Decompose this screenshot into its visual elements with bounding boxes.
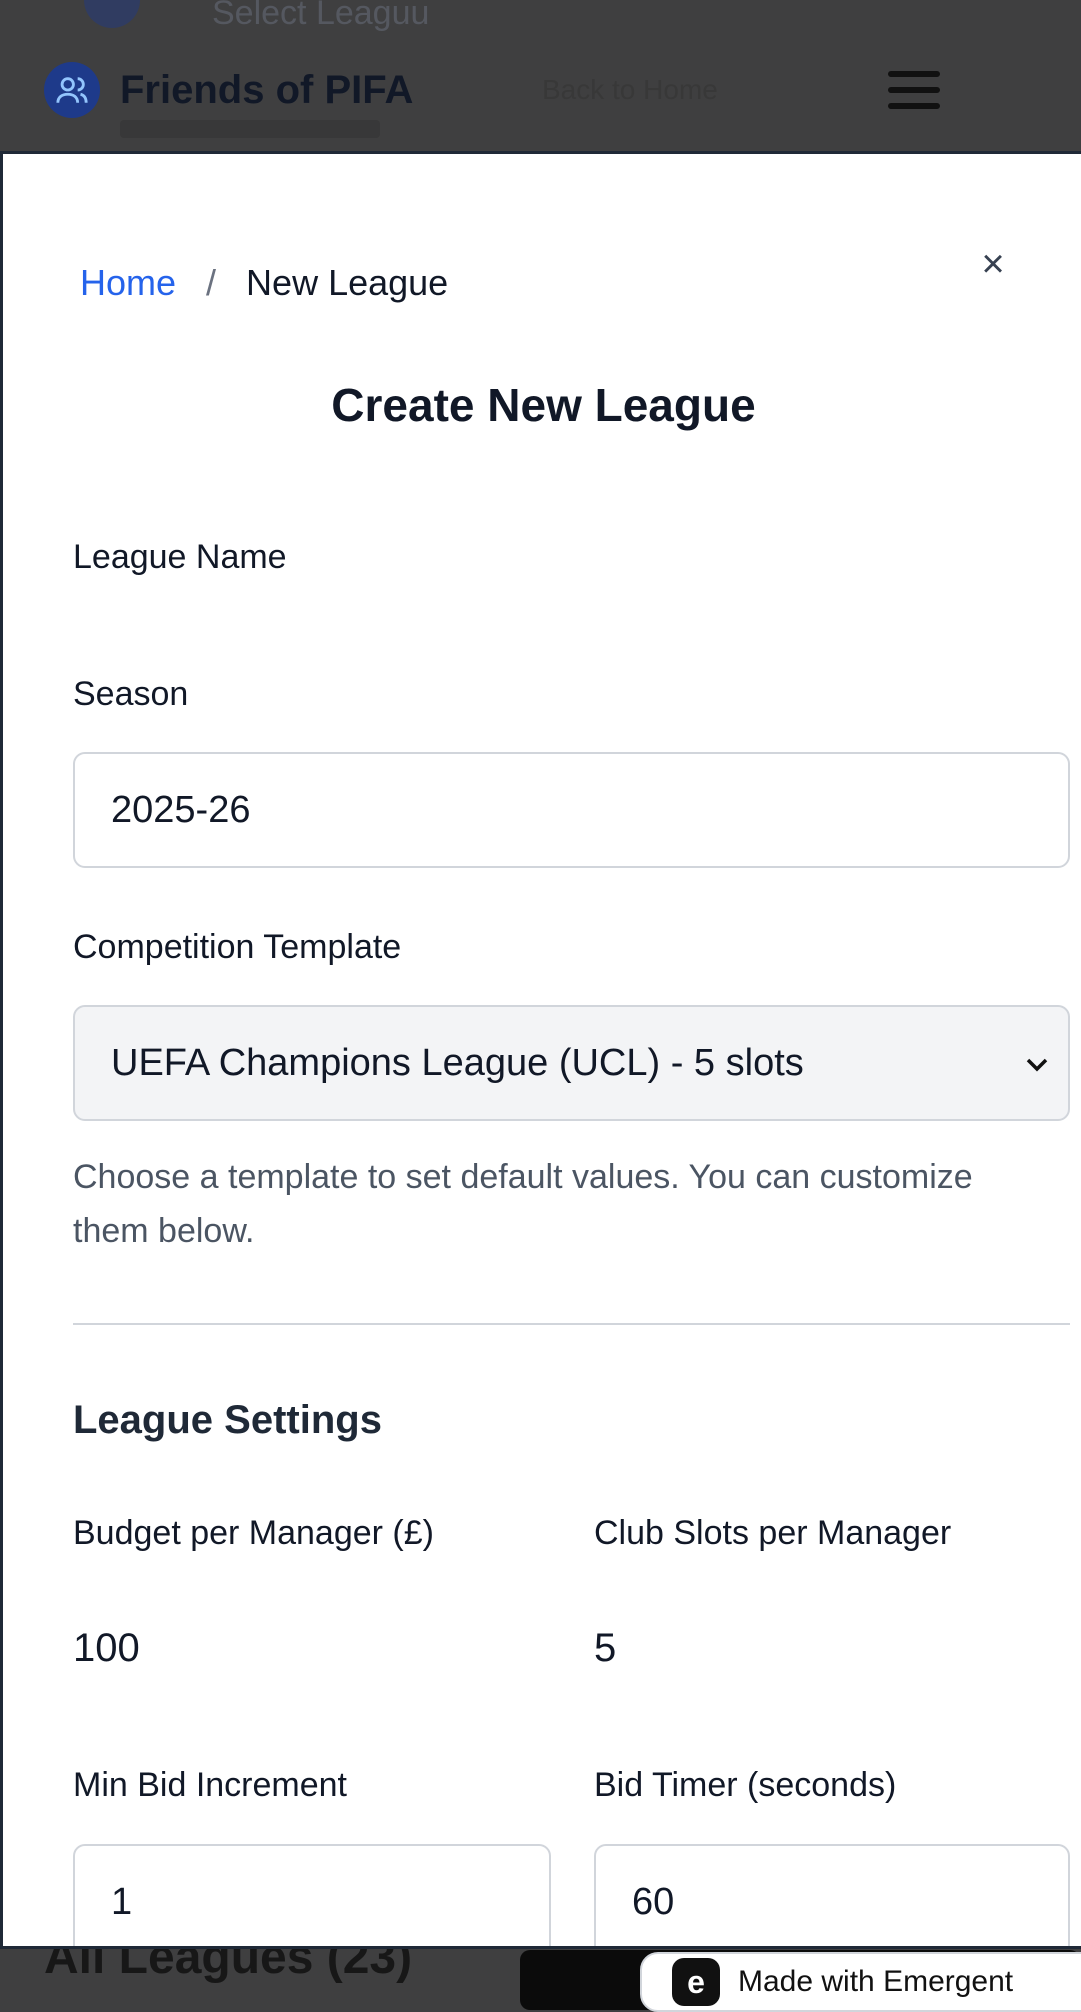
season-label: Season bbox=[73, 675, 189, 713]
bid-timer-input[interactable]: 60 bbox=[594, 1844, 1070, 1946]
brand-title[interactable]: Friends of PIFA bbox=[120, 62, 413, 118]
section-divider bbox=[73, 1323, 1070, 1325]
badge-text: Made with Emergent bbox=[738, 1965, 1014, 1998]
back-home-link[interactable]: Back to Home bbox=[542, 74, 718, 106]
app-header: Friends of PIFA Back to Home bbox=[0, 0, 1081, 152]
budget-label: Budget per Manager (£) bbox=[73, 1514, 434, 1552]
template-selected-value: UEFA Champions League (UCL) - 5 slots bbox=[111, 1041, 804, 1084]
chevron-down-icon bbox=[1026, 1047, 1048, 1079]
league-name-label: League Name bbox=[73, 538, 287, 576]
modal-title: Create New League bbox=[331, 379, 756, 431]
competition-template-select[interactable]: UEFA Champions League (UCL) - 5 slots bbox=[73, 1005, 1070, 1121]
league-settings-title: League Settings bbox=[73, 1398, 382, 1442]
competition-template-label: Competition Template bbox=[73, 928, 402, 966]
users-icon bbox=[44, 62, 100, 118]
budget-input[interactable]: 100 bbox=[73, 1626, 140, 1671]
made-with-emergent-badge[interactable]: e Made with Emergent bbox=[640, 1952, 1081, 2012]
breadcrumb-separator: / bbox=[206, 262, 217, 303]
close-icon[interactable]: × bbox=[965, 236, 1021, 292]
season-input[interactable]: 2025-26 bbox=[73, 752, 1070, 868]
min-bid-input[interactable]: 1 bbox=[73, 1844, 551, 1946]
background-placeholder-bar bbox=[120, 120, 380, 138]
bid-timer-label: Bid Timer (seconds) bbox=[594, 1766, 897, 1804]
breadcrumb-current: New League bbox=[246, 262, 449, 303]
breadcrumb: Home / New League bbox=[80, 262, 448, 304]
create-league-modal: × Home / New League Create New League Le… bbox=[0, 151, 1081, 1949]
min-bid-label: Min Bid Increment bbox=[73, 1766, 347, 1804]
template-helper-text: Choose a template to set default values.… bbox=[73, 1158, 973, 1250]
club-slots-label: Club Slots per Manager bbox=[594, 1514, 952, 1552]
club-slots-input[interactable]: 5 bbox=[594, 1626, 616, 1671]
hamburger-menu-icon[interactable] bbox=[884, 60, 944, 120]
breadcrumb-home-link[interactable]: Home bbox=[80, 262, 176, 304]
